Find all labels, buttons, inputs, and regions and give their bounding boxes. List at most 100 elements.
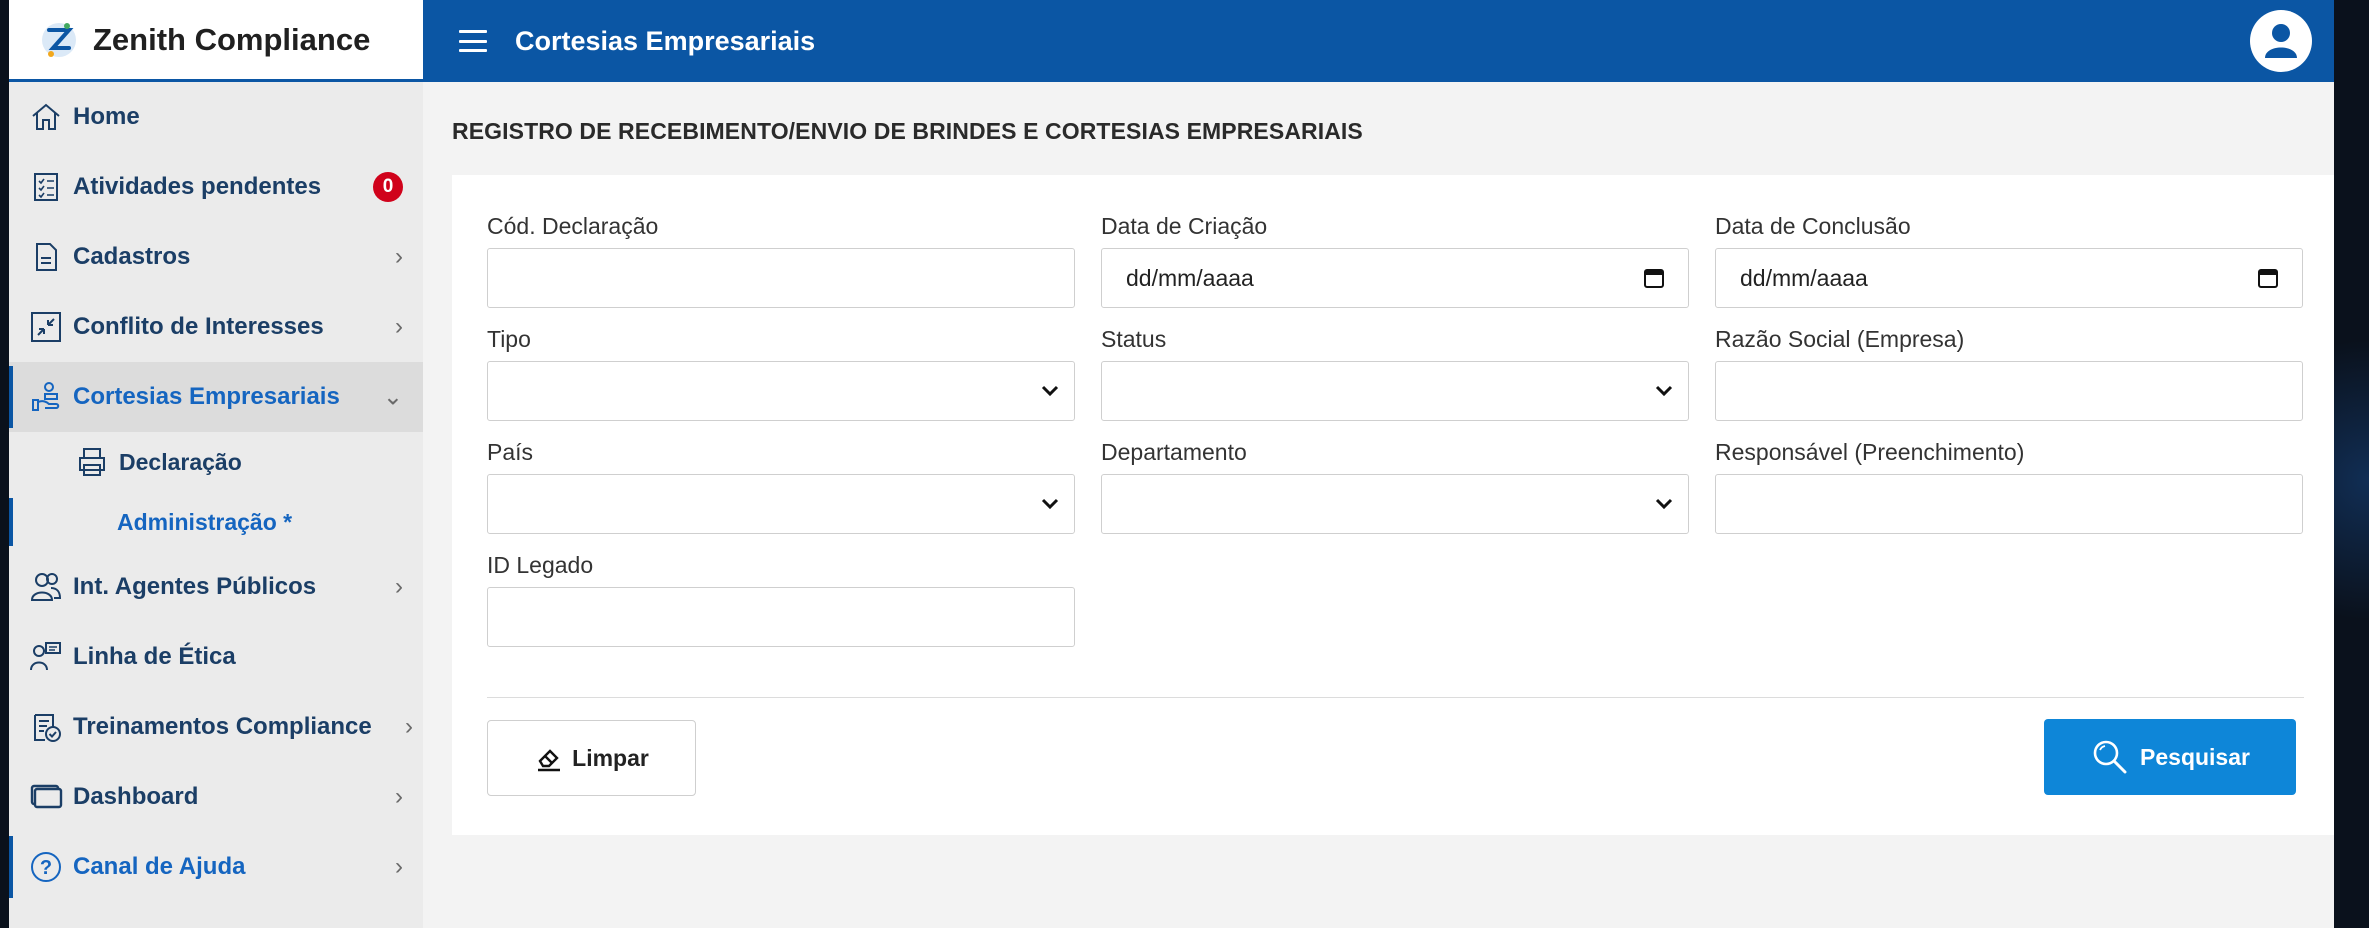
sidebar-subitem-administracao[interactable]: Administração * — [9, 492, 423, 552]
chevron-right-icon: › — [405, 713, 413, 740]
gift-hand-icon — [29, 380, 63, 414]
user-avatar[interactable] — [2250, 10, 2312, 72]
sidebar-item-cadastros[interactable]: Cadastros › — [9, 222, 423, 292]
field-razao-social: Razão Social (Empresa) — [1715, 326, 2303, 421]
main-content: REGISTRO DE RECEBIMENTO/ENVIO DE BRINDES… — [423, 82, 2334, 928]
sidebar-subitem-label: Administração * — [117, 508, 293, 535]
brand-header[interactable]: Zenith Compliance — [9, 0, 423, 82]
chevron-down-icon — [1655, 498, 1673, 510]
tipo-select[interactable] — [487, 361, 1075, 421]
search-icon — [2093, 740, 2127, 774]
id-legado-label: ID Legado — [487, 552, 594, 578]
search-form-card: Cód. Declaração Data de Criação dd/mm/aa… — [452, 175, 2334, 835]
field-pais: País — [487, 439, 1075, 534]
sidebar-item-int-agentes-publicos[interactable]: Int. Agentes Públicos › — [9, 552, 423, 622]
page-title: REGISTRO DE RECEBIMENTO/ENVIO DE BRINDES… — [452, 118, 1363, 144]
brand-name: Zenith Compliance — [93, 21, 371, 57]
people-icon — [29, 570, 63, 604]
data-conclusao-placeholder: dd/mm/aaaa — [1740, 264, 1868, 291]
monitor-icon — [29, 780, 63, 814]
sidebar-item-dashboard[interactable]: Dashboard › — [9, 762, 423, 832]
field-departamento: Departamento — [1101, 439, 1689, 534]
home-icon — [29, 100, 63, 134]
checklist-icon — [29, 170, 63, 204]
data-criacao-input[interactable]: dd/mm/aaaa — [1101, 248, 1689, 308]
sidebar-nav: Home Atividades pendentes 0 Cadastros › — [9, 82, 423, 902]
menu-icon[interactable] — [459, 30, 487, 52]
chevron-down-icon — [1041, 498, 1059, 510]
sidebar-item-label: Atividades pendentes — [73, 173, 322, 200]
sidebar-item-canal-de-ajuda[interactable]: ? Canal de Ajuda › — [9, 832, 423, 902]
field-status: Status — [1101, 326, 1689, 421]
pais-label: País — [487, 439, 534, 465]
field-cod-declaracao: Cód. Declaração — [487, 213, 1075, 308]
razao-social-label: Razão Social (Empresa) — [1715, 326, 1965, 352]
status-label: Status — [1101, 326, 1167, 352]
document-icon — [29, 240, 63, 274]
sidebar: Zenith Compliance Home Atividades penden… — [9, 0, 423, 928]
status-select[interactable] — [1101, 361, 1689, 421]
speaker-icon — [29, 640, 63, 674]
help-icon: ? — [29, 850, 63, 884]
field-data-conclusao: Data de Conclusão dd/mm/aaaa — [1715, 213, 2303, 308]
sidebar-item-label: Linha de Ética — [73, 643, 236, 670]
clipboard-check-icon — [29, 710, 63, 744]
sidebar-item-label: Int. Agentes Públicos — [73, 573, 317, 600]
data-criacao-label: Data de Criação — [1101, 213, 1268, 239]
sidebar-item-home[interactable]: Home — [9, 82, 423, 152]
brand-logo-icon — [42, 22, 76, 57]
app-window: Zenith Compliance Home Atividades penden… — [9, 0, 2334, 928]
sidebar-item-label: Dashboard — [73, 783, 199, 810]
cod-declaracao-input[interactable] — [487, 248, 1075, 308]
responsavel-input[interactable] — [1715, 474, 2303, 534]
data-conclusao-label: Data de Conclusão — [1715, 213, 1911, 239]
chevron-down-icon: ⌄ — [382, 383, 403, 411]
sidebar-item-linha-de-etica[interactable]: Linha de Ética — [9, 622, 423, 692]
search-button-label: Pesquisar — [2140, 743, 2250, 770]
calendar-icon[interactable] — [1642, 266, 1666, 290]
chevron-down-icon — [1041, 385, 1059, 397]
clear-button-label: Limpar — [572, 744, 649, 771]
form-divider — [487, 697, 2304, 698]
svg-text:?: ? — [40, 857, 52, 879]
razao-social-input[interactable] — [1715, 361, 2303, 421]
chevron-right-icon: › — [395, 313, 403, 340]
chevron-right-icon: › — [395, 853, 403, 880]
arrows-in-icon — [29, 310, 63, 344]
sidebar-subitem-declaracao[interactable]: Declaração — [9, 432, 423, 492]
field-responsavel: Responsável (Preenchimento) — [1715, 439, 2303, 534]
chevron-right-icon: › — [395, 243, 403, 270]
sidebar-item-atividades-pendentes[interactable]: Atividades pendentes 0 — [9, 152, 423, 222]
field-id-legado: ID Legado — [487, 552, 1075, 647]
page-header-title: Cortesias Empresariais — [515, 25, 816, 56]
sidebar-item-conflito-de-interesses[interactable]: Conflito de Interesses › — [9, 292, 423, 362]
clear-button[interactable]: Limpar — [487, 720, 696, 796]
data-criacao-placeholder: dd/mm/aaaa — [1126, 264, 1254, 291]
departamento-select[interactable] — [1101, 474, 1689, 534]
chevron-down-icon — [1655, 385, 1673, 397]
eraser-icon — [538, 749, 561, 772]
pending-count-badge: 0 — [373, 172, 403, 202]
sidebar-item-treinamentos-compliance[interactable]: Treinamentos Compliance › — [9, 692, 423, 762]
printer-icon — [75, 445, 109, 479]
chevron-right-icon: › — [395, 573, 403, 600]
departamento-label: Departamento — [1101, 439, 1247, 465]
sidebar-item-cortesias-empresariais[interactable]: Cortesias Empresariais ⌄ — [9, 362, 423, 432]
sidebar-item-label: Home — [73, 103, 140, 130]
user-icon — [2265, 24, 2297, 58]
topbar: Cortesias Empresariais — [423, 0, 2334, 82]
sidebar-item-label: Canal de Ajuda — [73, 853, 246, 880]
pais-select[interactable] — [487, 474, 1075, 534]
sidebar-item-label: Treinamentos Compliance — [73, 713, 372, 740]
field-data-criacao: Data de Criação dd/mm/aaaa — [1101, 213, 1689, 308]
tipo-label: Tipo — [487, 326, 531, 352]
field-tipo: Tipo — [487, 326, 1075, 421]
id-legado-input[interactable] — [487, 587, 1075, 647]
data-conclusao-input[interactable]: dd/mm/aaaa — [1715, 248, 2303, 308]
search-button[interactable]: Pesquisar — [2044, 719, 2296, 795]
calendar-icon[interactable] — [2256, 266, 2280, 290]
cod-declaracao-label: Cód. Declaração — [487, 213, 659, 239]
sidebar-item-label: Cortesias Empresariais — [73, 383, 340, 410]
sidebar-subitem-label: Declaração — [119, 448, 242, 475]
sidebar-item-label: Conflito de Interesses — [73, 313, 324, 340]
